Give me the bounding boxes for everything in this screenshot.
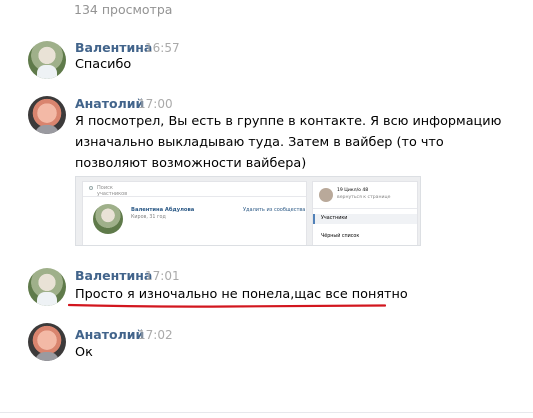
author-name[interactable]: Анатолий [75,327,144,342]
member-name: Валентина Абдулова [131,207,195,213]
group-menu: 19 Цикл/о 48 вернуться к странице Участн… [312,181,418,245]
menu-item-members: Участники [321,216,348,221]
author-name[interactable]: Анатолий [75,96,144,111]
avatar [93,204,123,234]
message-text: Ок [75,345,93,360]
member-city: Киров, 31 год [131,215,166,220]
message-time[interactable]: 16:57 [145,41,180,55]
remove-link: Удалить из сообщества [243,207,306,213]
divider [313,208,417,209]
avatar[interactable] [28,41,66,79]
views-count: 134 просмотра [74,2,173,17]
author-name[interactable]: Валентина [75,40,152,55]
members-panel: Поиск участников Валентина Абдулова Киро… [82,181,307,245]
message-time[interactable]: 17:01 [145,269,180,283]
message-text: Просто я изночально не понела,щас все по… [75,287,408,302]
divider [83,196,306,197]
avatar[interactable] [28,268,66,306]
author-name[interactable]: Валентина [75,268,152,283]
message-text: Спасибо [75,57,132,72]
attached-image[interactable]: Поиск участников Валентина Абдулова Киро… [75,176,421,246]
avatar[interactable] [28,96,66,134]
group-subtitle: вернуться к странице [337,195,391,200]
menu-item-blacklist: Чёрный список [321,234,360,239]
message-text: Я посмотрел, Вы есть в группе в контакте… [75,114,502,171]
avatar[interactable] [28,323,66,361]
red-underline-annotation [68,303,386,308]
message-time[interactable]: 17:02 [138,328,173,342]
divider [0,412,533,413]
search-icon [89,186,93,190]
message-time[interactable]: 17:00 [138,97,173,111]
group-avatar [319,188,333,202]
group-title: 19 Цикл/о 48 [337,188,369,193]
